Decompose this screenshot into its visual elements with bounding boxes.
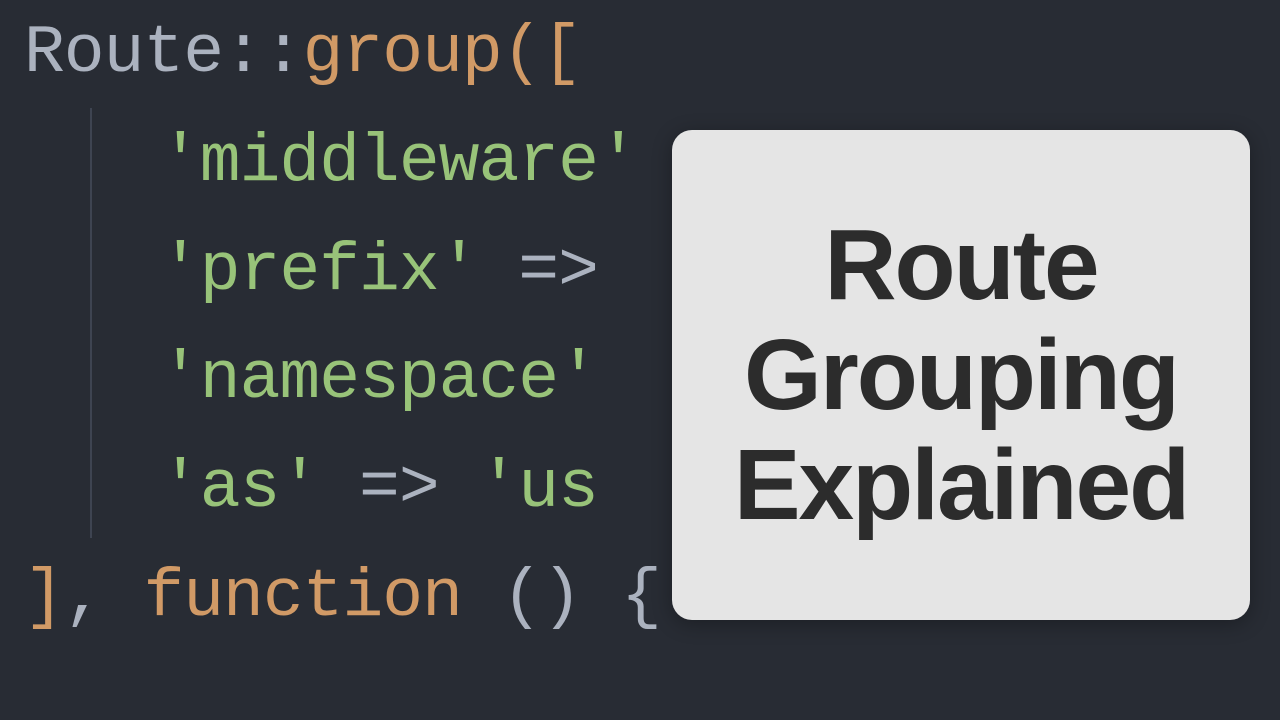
token-comma: ,	[64, 559, 144, 636]
overlay-line-1: Route	[734, 210, 1188, 320]
token-class-route: Route	[24, 15, 223, 92]
overlay-title: Route Grouping Explained	[734, 210, 1188, 540]
indent-guide	[90, 108, 92, 538]
token-string-prefix: 'prefix'	[160, 233, 478, 310]
token-keyword-function: function	[143, 559, 461, 636]
token-close-bracket: ]	[24, 559, 64, 636]
token-scope-operator: ::	[223, 15, 303, 92]
token-open-brace: {	[621, 559, 661, 636]
title-overlay-card: Route Grouping Explained	[672, 130, 1250, 620]
token-string-as: 'as'	[160, 450, 319, 527]
token-arrow: =>	[478, 233, 597, 310]
overlay-line-2: Grouping	[734, 320, 1188, 430]
token-string-middleware: 'middleware'	[160, 124, 638, 201]
token-open-bracket: ([	[502, 15, 582, 92]
token-arrow: =>	[319, 450, 478, 527]
token-string-us-partial: 'us	[478, 450, 597, 527]
token-string-namespace: 'namespace'	[160, 341, 598, 418]
token-function-group: group	[303, 15, 502, 92]
token-parens: ()	[462, 559, 621, 636]
overlay-line-3: Explained	[734, 430, 1188, 540]
code-line-1: Route::group([	[0, 0, 1280, 109]
